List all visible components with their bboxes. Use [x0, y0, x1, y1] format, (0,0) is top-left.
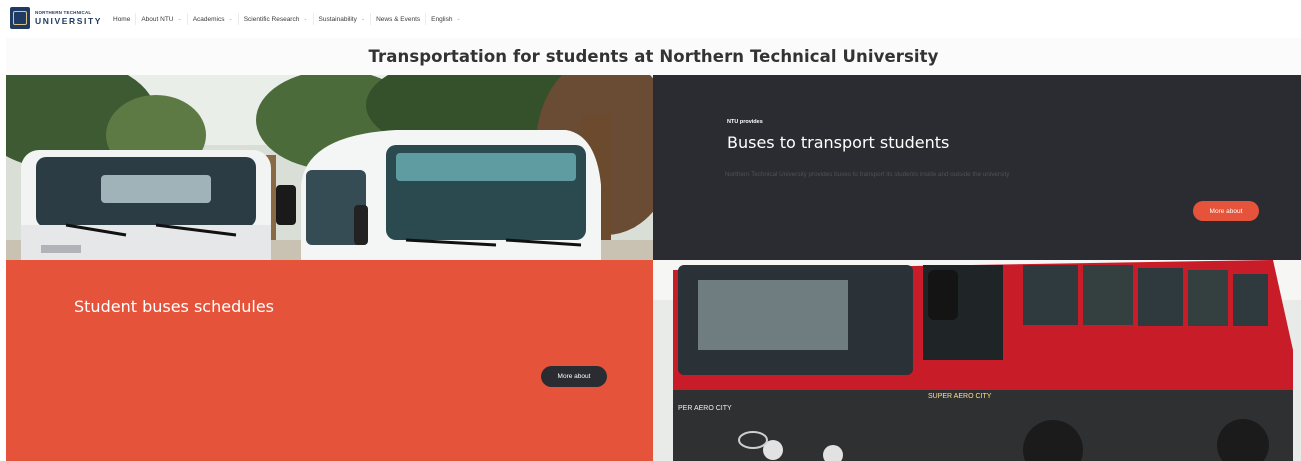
nav-item-home[interactable]: Home: [108, 13, 137, 25]
nav-item-news[interactable]: News & Events: [371, 13, 427, 25]
chevron-down-icon: ⌄: [228, 16, 233, 22]
nav-item-about[interactable]: About NTU ⌄: [136, 13, 188, 25]
card-kicker: NTU provides: [727, 119, 763, 125]
nav-item-language[interactable]: English ⌄: [426, 13, 466, 25]
card-heading: Buses to transport students: [727, 133, 950, 152]
university-logo[interactable]: NORTHERN TECHNICAL UNIVERSITY: [10, 7, 102, 29]
bus-front-label: PER AERO CITY: [678, 405, 732, 412]
schedules-heading: Student buses schedules: [74, 297, 275, 316]
chevron-down-icon: ⌄: [303, 16, 308, 22]
card-description: Northern Technical University provides b…: [725, 171, 1010, 178]
chevron-down-icon: ⌄: [456, 16, 461, 22]
nav-item-academics[interactable]: Academics ⌄: [188, 13, 239, 25]
university-crest-icon: [10, 7, 30, 29]
chevron-down-icon: ⌄: [360, 16, 366, 22]
more-about-button[interactable]: More about: [1193, 201, 1259, 221]
main-menu: Home About NTU ⌄ Academics ⌄ Scientific Re…: [108, 13, 466, 25]
nav-item-research[interactable]: Scientific Research ⌄: [239, 13, 314, 25]
schedules-more-about-button[interactable]: More about: [541, 366, 607, 387]
chevron-down-icon: ⌄: [177, 16, 182, 22]
buses-info-card: NTU provides Buses to transport students…: [653, 75, 1301, 260]
page-title: Transportation for students at Northern …: [368, 47, 939, 66]
logo-line2: UNIVERSITY: [35, 15, 103, 26]
minibus-photo: [6, 75, 653, 260]
logo-line1: NORTHERN TECHNICAL: [35, 10, 92, 15]
nav-item-sustainability[interactable]: Sustainability ⌄: [314, 13, 372, 25]
title-band: Transportation for students at Northern …: [6, 38, 1301, 75]
bus-side-label: SUPER AERO CITY: [928, 393, 992, 400]
top-navbar: NORTHERN TECHNICAL UNIVERSITY Home About…: [0, 0, 1301, 38]
red-bus-photo: SUPER AERO CITY PER AERO CITY: [653, 260, 1301, 461]
schedules-card: Student buses schedules More about: [6, 260, 653, 461]
